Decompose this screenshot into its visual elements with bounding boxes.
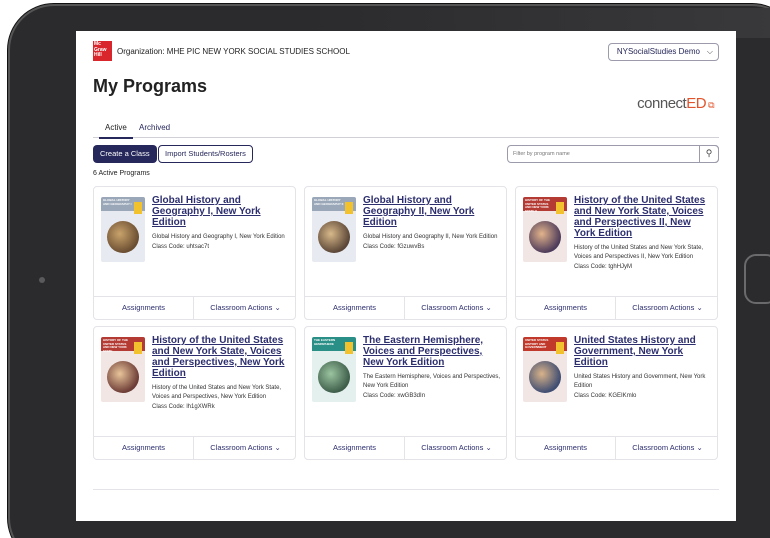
program-card: UNITED STATES HISTORY AND GOVERNMENT Uni… (515, 326, 718, 460)
brand-ed: ED (686, 95, 707, 112)
program-description: Global History and Geography I, New York… (152, 234, 285, 240)
chevron-down-icon: ⌵ (706, 47, 713, 56)
tab-active[interactable]: Active (99, 123, 133, 139)
classroom-actions-dropdown[interactable]: Classroom Actions ⌄ (194, 297, 297, 319)
program-tabs: Active Archived (93, 120, 719, 139)
class-code: Class Code: tghHJyM (574, 264, 633, 270)
cover-label: UNITED STATES HISTORY AND GOVERNMENT (525, 338, 549, 349)
cover-label: THE EASTERN HEMISPHERE (314, 338, 336, 346)
program-title-link[interactable]: History of the United States and New Yor… (152, 335, 290, 379)
mcgraw-hill-logo: Mc Graw Hill (93, 41, 112, 61)
assignments-link[interactable]: Assignments (516, 437, 616, 459)
cover-label: HISTORY OF THE UNITED STATES AND NEW YOR… (525, 198, 550, 213)
program-card: THE EASTERN HEMISPHERE The Eastern Hemis… (304, 326, 507, 460)
book-cover[interactable]: THE EASTERN HEMISPHERE (312, 337, 356, 402)
cover-label: GLOBAL HISTORY AND GEOGRAPHY I (103, 198, 132, 206)
tab-archived[interactable]: Archived (139, 123, 170, 132)
class-code: Class Code: KGEIKmlo (574, 393, 637, 399)
import-students-button[interactable]: Import Students/Rosters (158, 145, 253, 163)
program-title-link[interactable]: The Eastern Hemisphere, Voices and Persp… (363, 335, 501, 368)
program-title-link[interactable]: Global History and Geography II, New Yor… (363, 195, 501, 228)
class-code: Class Code: fGzuwvBs (363, 244, 425, 250)
book-cover[interactable]: HISTORY OF THE UNITED STATES AND NEW YOR… (523, 197, 567, 262)
program-title-link[interactable]: Global History and Geography I, New York… (152, 195, 290, 228)
chevron-down-icon: ⌄ (274, 303, 281, 312)
assignments-link[interactable]: Assignments (94, 437, 194, 459)
book-cover[interactable]: UNITED STATES HISTORY AND GOVERNMENT (523, 337, 567, 402)
chevron-down-icon: ⌄ (274, 443, 281, 452)
assignments-link[interactable]: Assignments (94, 297, 194, 319)
program-description: History of the United States and New Yor… (574, 245, 704, 260)
class-code: Class Code: uhtsac7t (152, 244, 210, 250)
program-title-link[interactable]: History of the United States and New Yor… (574, 195, 712, 239)
camera-icon (39, 277, 45, 283)
organization-label: Organization: MHE PIC NEW YORK SOCIAL ST… (117, 47, 350, 56)
classroom-actions-dropdown[interactable]: Classroom Actions ⌄ (616, 437, 719, 459)
cover-label: HISTORY OF THE UNITED STATES AND NEW YOR… (103, 338, 128, 353)
class-code: Class Code: xwGB3dIn (363, 393, 426, 399)
home-button (744, 254, 770, 304)
program-description: United States History and Government, Ne… (574, 374, 706, 389)
assignments-link[interactable]: Assignments (305, 437, 405, 459)
create-class-button[interactable]: Create a Class (93, 145, 157, 163)
connected-link[interactable]: connectED ⧉ (637, 95, 714, 112)
search-button[interactable]: ⚲ (699, 145, 719, 163)
chevron-down-icon: ⌄ (696, 443, 703, 452)
book-cover[interactable]: HISTORY OF THE UNITED STATES AND NEW YOR… (101, 337, 145, 402)
assignments-link[interactable]: Assignments (305, 297, 405, 319)
cover-label: GLOBAL HISTORY AND GEOGRAPHY II (314, 198, 344, 206)
screen: Mc Graw Hill Organization: MHE PIC NEW Y… (76, 31, 736, 521)
page-title: My Programs (93, 76, 208, 96)
book-cover[interactable]: GLOBAL HISTORY AND GEOGRAPHY I (101, 197, 145, 262)
classroom-actions-dropdown[interactable]: Classroom Actions ⌄ (194, 437, 297, 459)
chevron-down-icon: ⌄ (696, 303, 703, 312)
program-card: HISTORY OF THE UNITED STATES AND NEW YOR… (515, 186, 718, 320)
filter-placeholder: Filter by program name (513, 151, 570, 157)
assignments-link[interactable]: Assignments (516, 297, 616, 319)
program-card: GLOBAL HISTORY AND GEOGRAPHY II Global H… (304, 186, 507, 320)
brand-connect: connect (637, 95, 687, 112)
program-description: Global History and Geography II, New Yor… (363, 234, 498, 240)
bottom-divider (93, 489, 719, 490)
chevron-down-icon: ⌄ (485, 303, 492, 312)
program-card: HISTORY OF THE UNITED STATES AND NEW YOR… (93, 326, 296, 460)
class-code: Class Code: lh1gXWRk (152, 404, 215, 410)
program-title-link[interactable]: United States History and Government, Ne… (574, 335, 712, 368)
top-bar: Mc Graw Hill Organization: MHE PIC NEW Y… (93, 41, 719, 63)
book-cover[interactable]: GLOBAL HISTORY AND GEOGRAPHY II (312, 197, 356, 262)
classroom-actions-dropdown[interactable]: Classroom Actions ⌄ (405, 297, 508, 319)
chevron-down-icon: ⌄ (485, 443, 492, 452)
app-window: Mc Graw Hill Organization: MHE PIC NEW Y… (76, 31, 736, 521)
external-link-icon: ⧉ (708, 100, 714, 110)
search-icon: ⚲ (705, 148, 713, 158)
program-description: The Eastern Hemisphere, Voices and Persp… (363, 374, 501, 389)
program-card: GLOBAL HISTORY AND GEOGRAPHY I Global Hi… (93, 186, 296, 320)
filter-input[interactable]: Filter by program name ⚲ (507, 145, 719, 163)
classroom-actions-dropdown[interactable]: Classroom Actions ⌄ (405, 437, 508, 459)
account-dropdown[interactable]: NYSocialStudies Demo ⌵ (607, 43, 719, 61)
programs-count: 6 Active Programs (93, 170, 150, 177)
program-description: History of the United States and New Yor… (152, 385, 282, 400)
classroom-actions-dropdown[interactable]: Classroom Actions ⌄ (616, 297, 719, 319)
account-label: NYSocialStudies Demo (616, 47, 700, 56)
